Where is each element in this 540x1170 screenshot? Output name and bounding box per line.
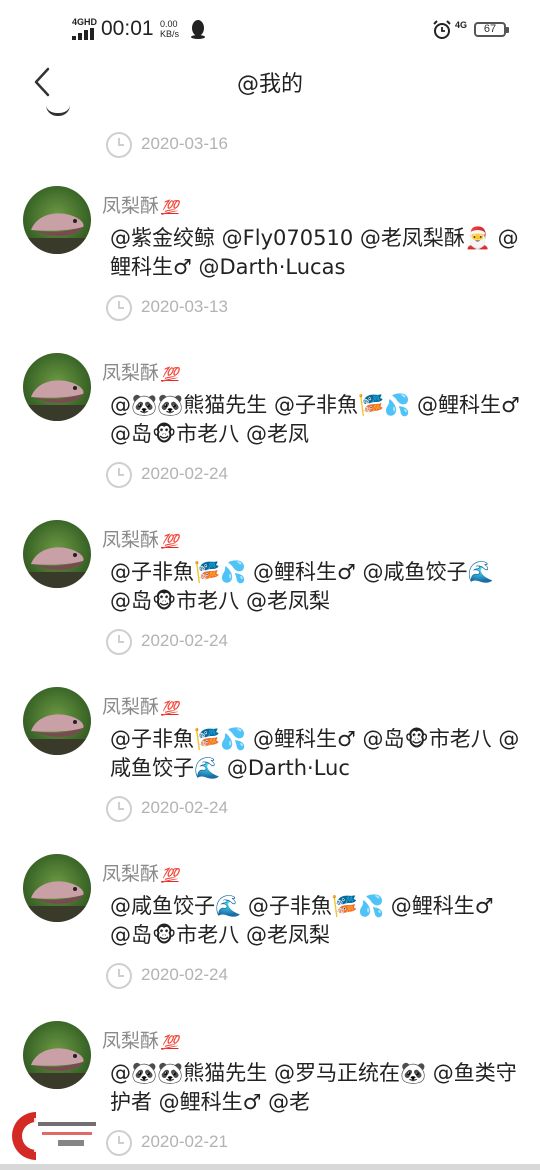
post-date: 2020-02-21 bbox=[141, 1132, 228, 1151]
hundred-points-icon: 💯 bbox=[161, 367, 179, 383]
mention-post[interactable]: 凤梨酥 💯 @紫金绞鲸 @Fly070510 @老凤梨酥🎅 @鲤科生♂ @Dart… bbox=[0, 186, 540, 353]
clock-icon bbox=[106, 963, 132, 989]
battery-icon: 67 bbox=[474, 22, 509, 37]
username-text: 凤梨酥 bbox=[102, 696, 160, 718]
post-date: 2020-03-16 bbox=[141, 134, 228, 153]
post-date-row: 2020-02-21 bbox=[105, 1129, 305, 1159]
alarm-icon bbox=[433, 20, 451, 39]
hundred-points-icon: 💯 bbox=[161, 1035, 179, 1051]
network-speed: 0.00 KB/s bbox=[160, 19, 179, 39]
post-date-row: 2020-02-24 bbox=[105, 461, 305, 491]
mention-post[interactable]: 凤梨酥 💯 @🐼🐼熊猫先生 @子非魚🎏💦 @鲤科生♂ @岛🐵市老八 @老凤 202… bbox=[0, 353, 540, 520]
status-time: 00:01 bbox=[101, 17, 154, 40]
clock-icon bbox=[106, 796, 132, 822]
network-speed-unit: KB/s bbox=[160, 29, 180, 39]
hundred-points-icon: 💯 bbox=[161, 701, 179, 717]
username-text: 凤梨酥 bbox=[102, 362, 160, 384]
clock-icon bbox=[106, 1130, 132, 1156]
username[interactable]: 凤梨酥 💯 bbox=[102, 859, 178, 886]
mention-feed[interactable]: 2020-03-16 凤梨酥 💯 @紫金绞鲸 @Fly070510 @老凤梨酥🎅 … bbox=[0, 104, 540, 1170]
avatar[interactable] bbox=[23, 1021, 91, 1089]
mention-message[interactable]: @子非魚🎏💦 @鲤科生♂ @岛🐵市老八 @咸鱼饺子🌊 @Darth·Luc bbox=[110, 725, 520, 783]
post-date-row: 2020-03-13 bbox=[105, 294, 305, 324]
post-date: 2020-02-24 bbox=[141, 631, 228, 650]
clock-icon bbox=[106, 629, 132, 655]
mention-message[interactable]: @🐼🐼熊猫先生 @罗马正统在🐼 @鱼类守护者 @鲤科生♂ @老 bbox=[110, 1059, 520, 1117]
username[interactable]: 凤梨酥 💯 bbox=[102, 692, 178, 719]
post-date-row: 2020-02-24 bbox=[105, 795, 305, 825]
post-date: 2020-02-24 bbox=[141, 965, 228, 984]
network-type-right: 4G bbox=[455, 20, 468, 30]
page-title: @我的 bbox=[236, 72, 303, 97]
mention-message[interactable]: @子非魚🎏💦 @鲤科生♂ @咸鱼饺子🌊 @岛🐵市老八 @老凤梨 bbox=[110, 558, 520, 616]
watermark-logo bbox=[12, 1112, 100, 1160]
mention-message[interactable]: @🐼🐼熊猫先生 @子非魚🎏💦 @鲤科生♂ @岛🐵市老八 @老凤 bbox=[110, 391, 520, 449]
previous-avatar-edge bbox=[46, 105, 70, 116]
mention-post[interactable]: 凤梨酥 💯 @咸鱼饺子🌊 @子非魚🎏💦 @鲤科生♂ @岛🐵市老八 @老凤梨 202… bbox=[0, 854, 540, 1021]
avatar[interactable] bbox=[23, 520, 91, 588]
qq-penguin-icon bbox=[191, 20, 205, 39]
mention-post[interactable]: 凤梨酥 💯 @子非魚🎏💦 @鲤科生♂ @岛🐵市老八 @咸鱼饺子🌊 @Darth·L… bbox=[0, 687, 540, 854]
nav-bar: @我的 bbox=[0, 60, 540, 104]
clock-icon bbox=[106, 132, 132, 158]
post-date: 2020-02-24 bbox=[141, 464, 228, 483]
hundred-points-icon: 💯 bbox=[161, 534, 179, 550]
signal-strength-icon bbox=[72, 28, 96, 40]
username-text: 凤梨酥 bbox=[102, 863, 160, 885]
post-date: 2020-02-24 bbox=[141, 798, 228, 817]
clock-icon bbox=[106, 462, 132, 488]
avatar[interactable] bbox=[23, 687, 91, 755]
network-type-label: 4GHD bbox=[72, 17, 98, 27]
avatar[interactable] bbox=[23, 353, 91, 421]
hundred-points-icon: 💯 bbox=[161, 200, 179, 216]
username-text: 凤梨酥 bbox=[102, 529, 160, 551]
post-date: 2020-03-13 bbox=[141, 297, 228, 316]
status-bar: 4GHD 00:01 0.00 KB/s 4G 67 bbox=[0, 0, 540, 60]
username-text: 凤梨酥 bbox=[102, 1030, 160, 1052]
mention-message[interactable]: @咸鱼饺子🌊 @子非魚🎏💦 @鲤科生♂ @岛🐵市老八 @老凤梨 bbox=[110, 892, 520, 950]
mention-post[interactable]: 凤梨酥 💯 @子非魚🎏💦 @鲤科生♂ @咸鱼饺子🌊 @岛🐵市老八 @老凤梨 202… bbox=[0, 520, 540, 687]
post-date-row: 2020-02-24 bbox=[105, 628, 305, 658]
hundred-points-icon: 💯 bbox=[161, 868, 179, 884]
username[interactable]: 凤梨酥 💯 bbox=[102, 191, 178, 218]
username[interactable]: 凤梨酥 💯 bbox=[102, 1026, 178, 1053]
previous-post-date: 2020-03-16 bbox=[105, 131, 305, 161]
avatar[interactable] bbox=[23, 854, 91, 922]
network-speed-value: 0.00 bbox=[160, 19, 178, 29]
username[interactable]: 凤梨酥 💯 bbox=[102, 525, 178, 552]
username[interactable]: 凤梨酥 💯 bbox=[102, 358, 178, 385]
post-date-row: 2020-02-24 bbox=[105, 962, 305, 992]
battery-level: 67 bbox=[483, 23, 497, 35]
bottom-edge bbox=[0, 1164, 540, 1170]
clock-icon bbox=[106, 295, 132, 321]
mention-message[interactable]: @紫金绞鲸 @Fly070510 @老凤梨酥🎅 @鲤科生♂ @Darth·Luc… bbox=[110, 224, 520, 282]
username-text: 凤梨酥 bbox=[102, 195, 160, 217]
avatar[interactable] bbox=[23, 186, 91, 254]
